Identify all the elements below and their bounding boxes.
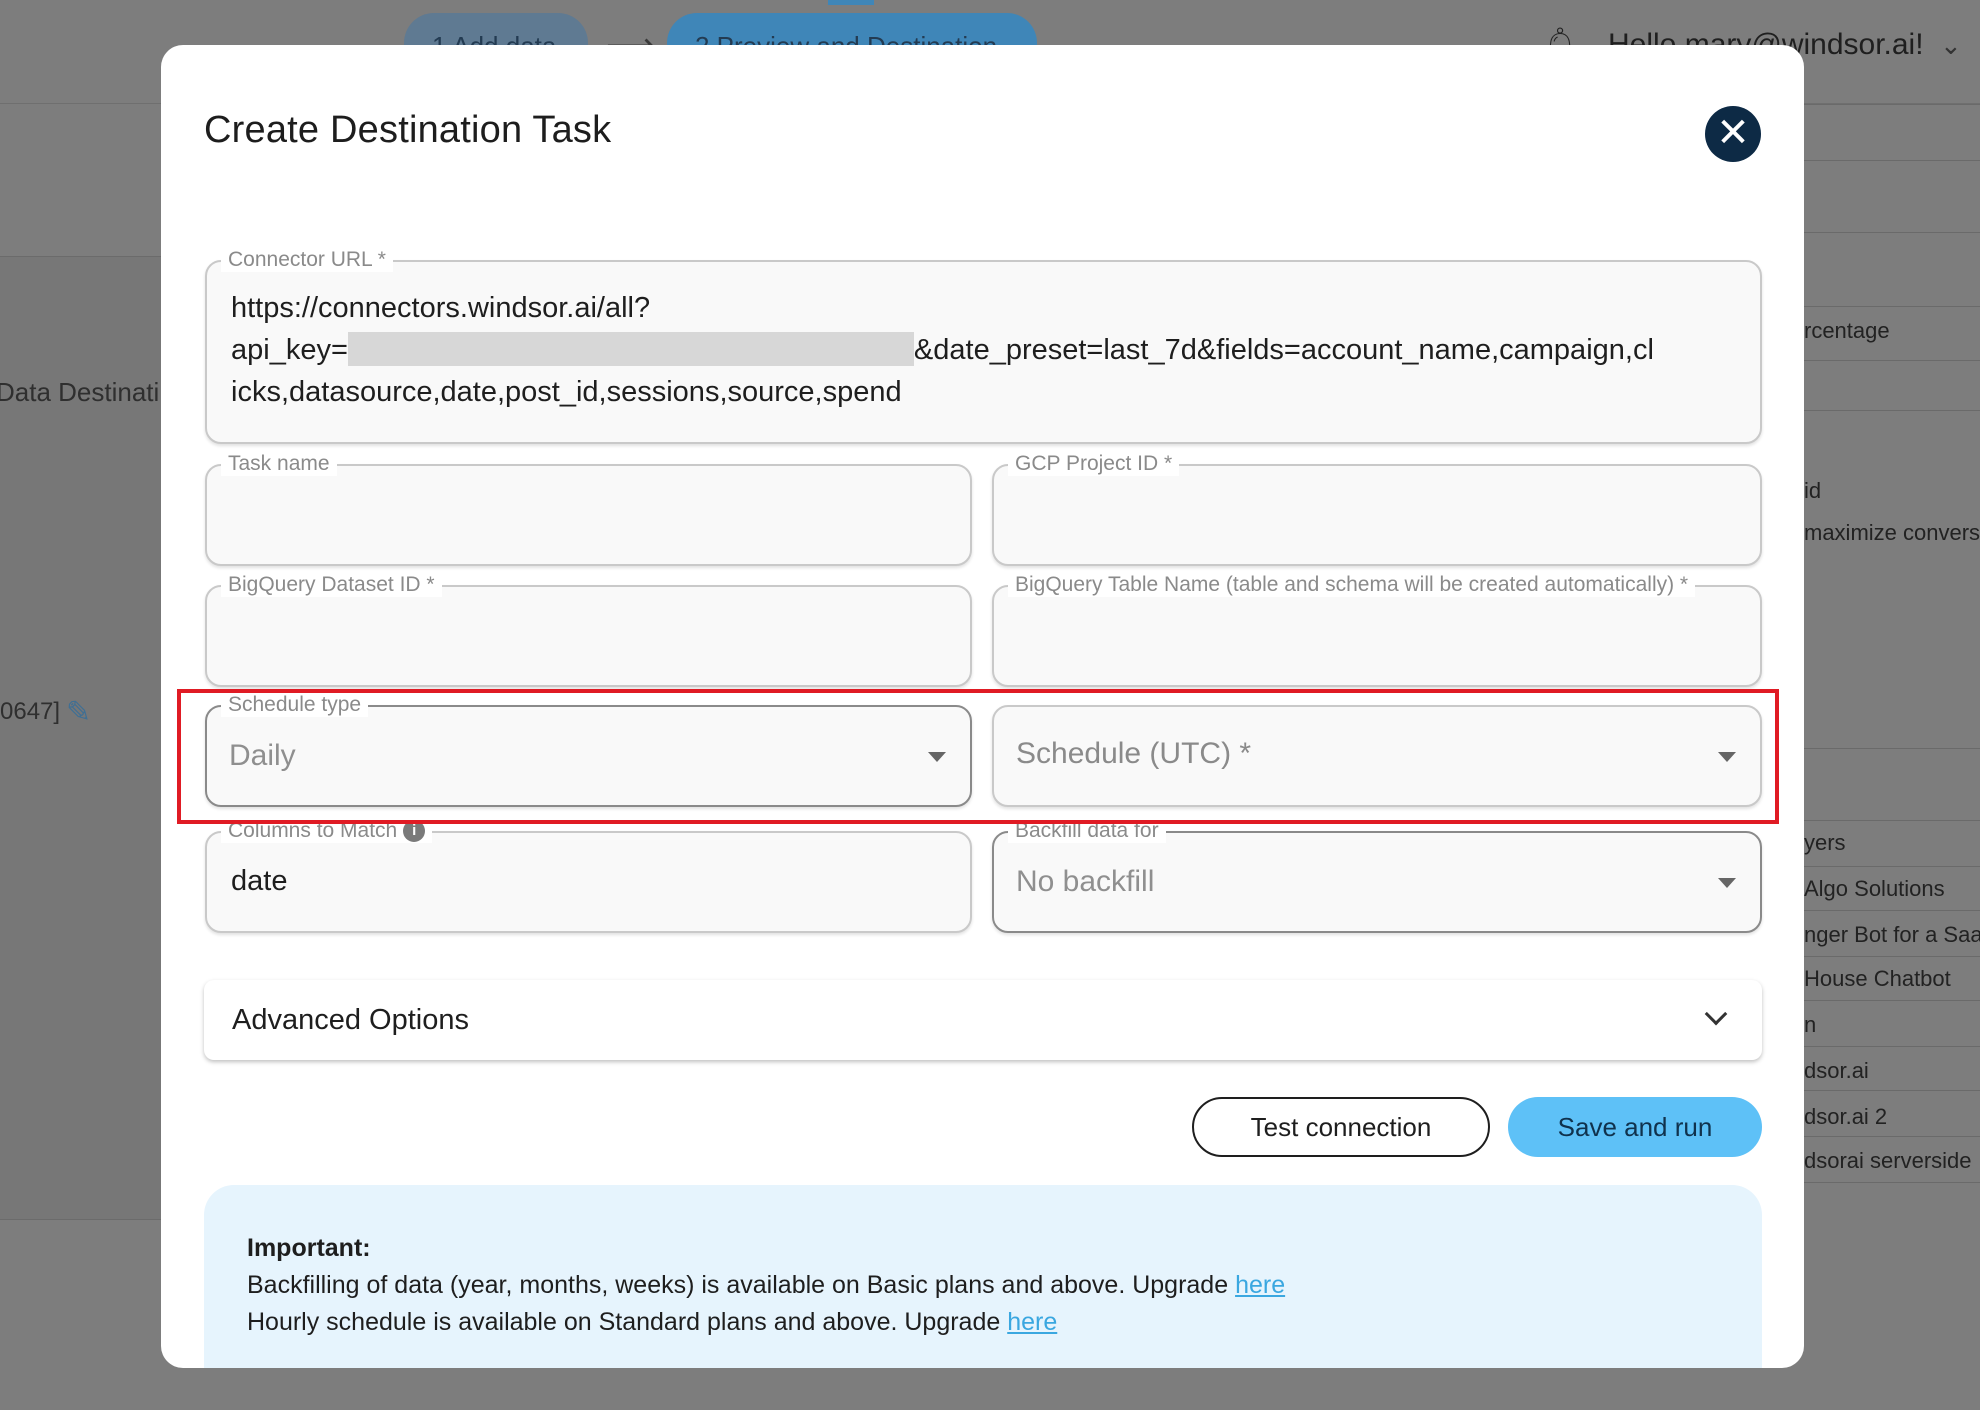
notice-title: Important: (247, 1234, 371, 1262)
backfill-select[interactable]: Backfill data for No backfill (992, 819, 1762, 933)
right-list-item[interactable]: dsor.ai 2 (1804, 1104, 1887, 1130)
notice-line-backfill: Backfilling of data (year, months, weeks… (247, 1271, 1285, 1300)
right-list-item: id (1804, 478, 1822, 503)
right-list-item[interactable]: yers (1804, 830, 1846, 856)
upgrade-link-hourly[interactable]: here (1007, 1308, 1057, 1336)
bigquery-dataset-id-label: BigQuery Dataset ID * (221, 573, 442, 597)
bigquery-dataset-id-field[interactable]: BigQuery Dataset ID * (205, 573, 972, 687)
bigquery-table-name-label: BigQuery Table Name (table and schema wi… (1008, 573, 1696, 597)
right-divider (1800, 820, 1980, 821)
connector-url-line-3: icks,datasource,date,post_id,sessions,so… (231, 376, 902, 408)
test-connection-button[interactable]: Test connection (1192, 1097, 1490, 1157)
right-divider (1800, 1182, 1980, 1183)
right-divider (1800, 104, 1980, 105)
right-divider (1800, 232, 1980, 233)
close-button[interactable]: ✕ (1705, 106, 1761, 162)
right-list-item[interactable]: nger Bot for a Saa (1804, 922, 1980, 948)
connector-url-params: &date_preset=last_7d&fields=account_name… (913, 334, 1654, 366)
connector-url-line-2: api_key= &date_preset=last_7d&fields=acco… (231, 332, 1654, 367)
dropdown-caret-icon (1718, 878, 1736, 888)
right-divider (1800, 866, 1980, 867)
modal-title: Create Destination Task (204, 109, 612, 151)
right-list-item: maximize convers (1804, 520, 1980, 545)
notice-line-hourly: Hourly schedule is available on Standard… (247, 1308, 1057, 1337)
right-divider (1800, 1136, 1980, 1137)
close-icon: ✕ (1716, 111, 1750, 155)
redacted-api-key (347, 332, 914, 367)
right-list-item[interactable]: Algo Solutions (1804, 876, 1945, 902)
right-divider (1800, 956, 1980, 957)
right-list-item: rcentage (1804, 318, 1890, 343)
notice-hourly-text: Hourly schedule is available on Standard… (247, 1308, 1008, 1336)
right-divider (1800, 160, 1980, 161)
notice-backfill-text: Backfilling of data (year, months, weeks… (247, 1271, 1236, 1299)
chevron-down-icon (1704, 1002, 1728, 1026)
connector-url-line-1: https://connectors.windsor.ai/all? (231, 292, 651, 324)
right-divider (1800, 748, 1980, 749)
right-panel (1800, 0, 1980, 1410)
save-and-run-button[interactable]: Save and run (1508, 1097, 1762, 1157)
important-notice: Important: Backfilling of data (year, mo… (204, 1185, 1762, 1368)
gcp-project-id-field[interactable]: GCP Project ID * (992, 452, 1762, 566)
right-divider (1800, 410, 1980, 411)
connector-url-label: Connector URL * (221, 248, 393, 272)
right-list-item[interactable]: dsorai serverside (1804, 1148, 1972, 1174)
right-list-item[interactable]: House Chatbot (1804, 966, 1951, 992)
bigquery-table-name-field[interactable]: BigQuery Table Name (table and schema wi… (992, 573, 1762, 687)
pencil-icon[interactable]: ✎ (66, 695, 91, 730)
connector-url-field[interactable]: Connector URL * https://connectors.winds… (205, 248, 1762, 444)
left-panel-id: 0647] (0, 698, 61, 725)
right-list-item[interactable]: n (1804, 1012, 1816, 1038)
backfill-value: No backfill (1016, 865, 1155, 898)
right-divider (1800, 1046, 1980, 1047)
left-panel-label: Data Destinati (0, 377, 160, 407)
upgrade-link-backfill[interactable]: here (1235, 1271, 1285, 1299)
task-name-field[interactable]: Task name (205, 452, 972, 566)
api-key-prefix: api_key= (231, 334, 348, 366)
right-divider (1800, 1090, 1980, 1091)
schedule-highlight-box (177, 689, 1779, 824)
advanced-options-accordion[interactable]: Advanced Options (204, 980, 1762, 1060)
right-divider (1800, 306, 1980, 307)
columns-to-match-field[interactable]: Columns to Match i date (205, 819, 972, 933)
task-name-label: Task name (221, 452, 337, 476)
advanced-options-label: Advanced Options (232, 1004, 469, 1036)
right-divider (1800, 360, 1980, 361)
right-list-item[interactable]: dsor.ai (1804, 1058, 1869, 1084)
columns-to-match-input[interactable]: date (231, 865, 287, 898)
right-divider (1800, 910, 1980, 911)
step-indicator (828, 0, 874, 5)
right-divider (1800, 1000, 1980, 1001)
gcp-project-id-label: GCP Project ID * (1008, 452, 1180, 476)
